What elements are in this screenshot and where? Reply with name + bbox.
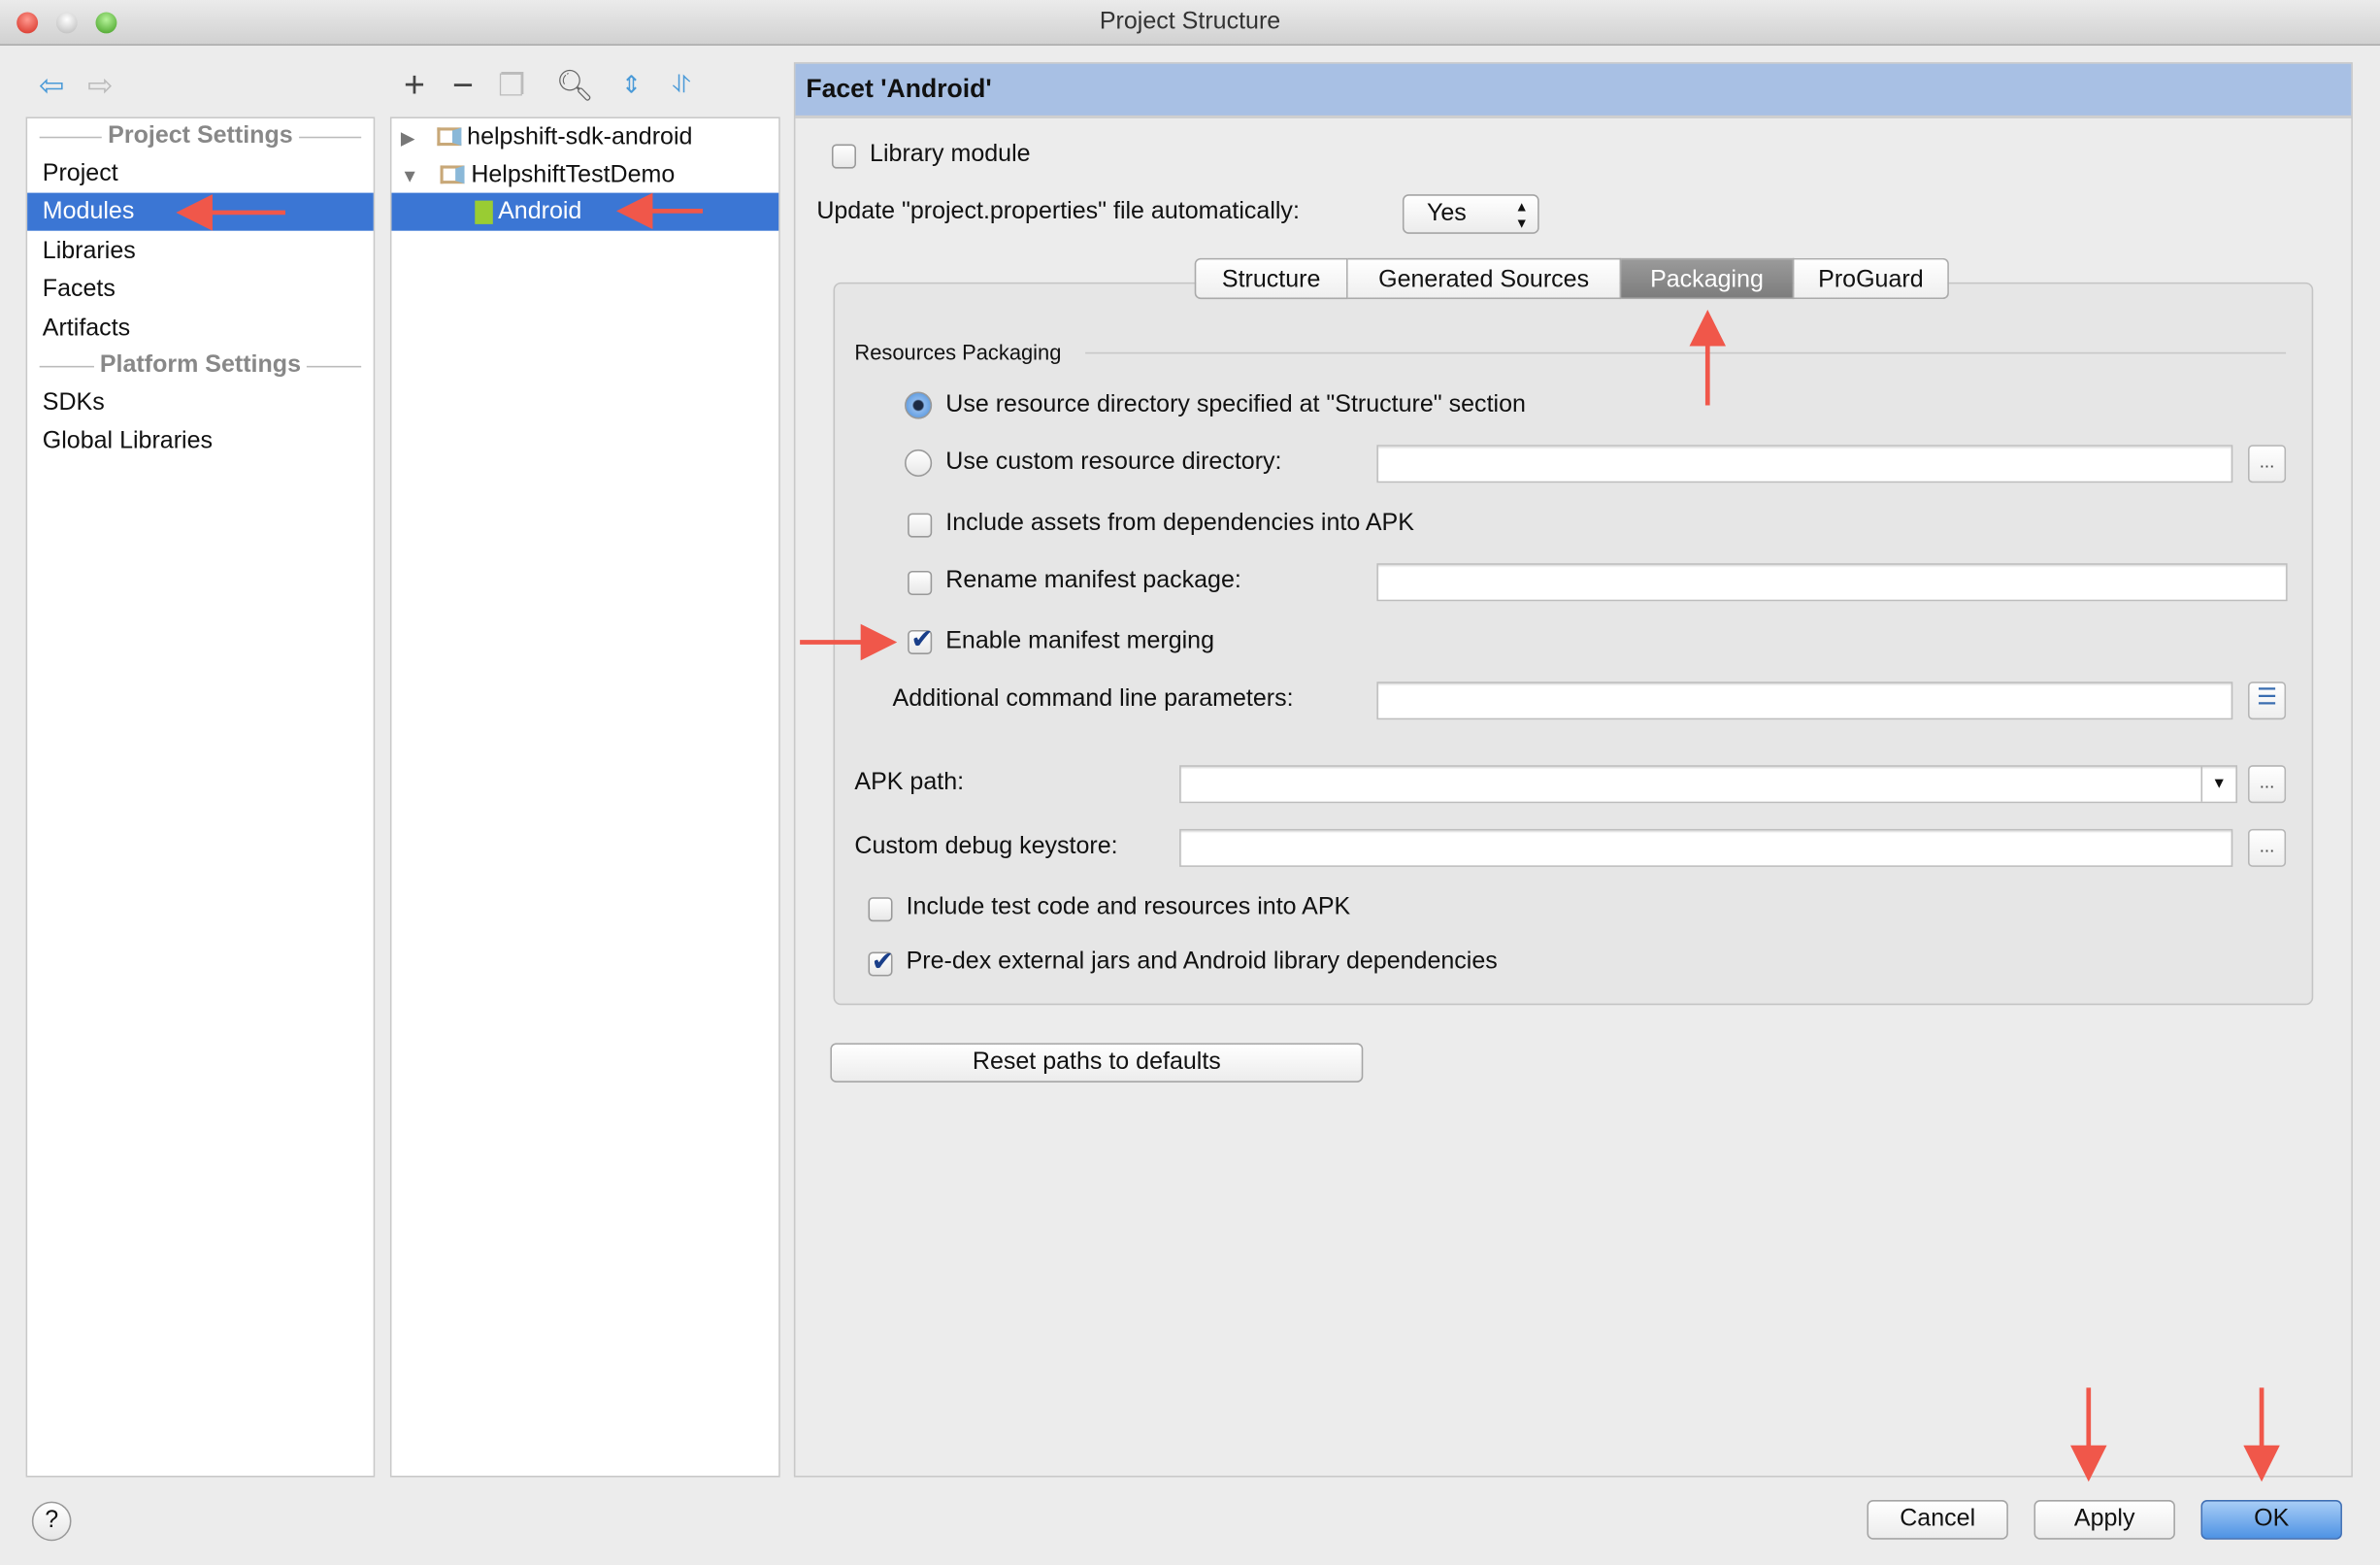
annotation-arrows [176, 192, 2280, 1482]
